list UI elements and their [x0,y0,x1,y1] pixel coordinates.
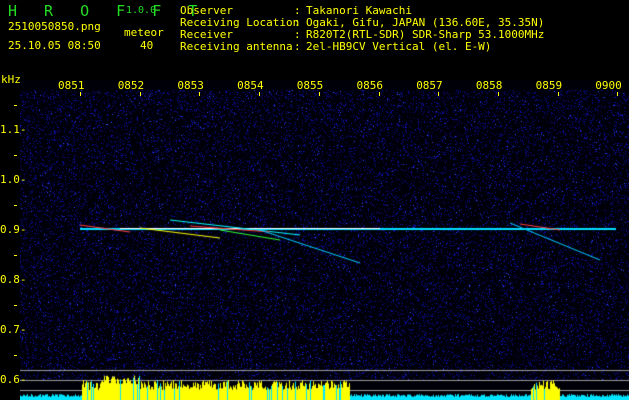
meteor-label: meteor [124,26,164,39]
freq-label: 0.7- [0,323,27,336]
freq-minor-tick [14,105,17,106]
info-value: 2el-HB9CV Vertical (el. E-W) [306,40,492,53]
time-tick [378,92,380,96]
time-label: 0857 [416,79,443,92]
time-tick [318,92,320,96]
file-name: 2510050850.png [8,20,101,33]
time-label: 0856 [356,79,384,92]
time-tick [617,92,619,96]
freq-minor-tick [14,255,17,256]
time-tick [259,92,261,96]
file-datetime: 25.10.05 08:50 [8,39,101,52]
freq-label: 0.8- [0,273,27,286]
unit-label: kHz [1,73,21,86]
freq-minor-tick [14,205,17,206]
time-tick [199,92,201,96]
freq-label: 0.6- [0,373,27,386]
time-label: 0855 [296,79,324,92]
time-tick [80,92,81,96]
app-logo: H R O F F T [8,2,207,20]
time-label: 0851 [58,79,85,92]
time-label: 0852 [117,79,145,92]
freq-label: 1.0- [0,173,27,186]
app-version: 1.0.0 [126,5,157,16]
info-sep: : [294,40,301,53]
freq-minor-tick [14,155,17,156]
time-tick [139,92,141,96]
time-label: 0854 [237,79,264,92]
freq-label: 1.1- [0,123,27,136]
freq-minor-tick [14,305,17,306]
time-tick [497,92,499,96]
info-label: Receiving antenna [180,40,293,53]
freq-minor-tick [14,355,17,356]
spectrogram [20,80,629,400]
time-label: 0858 [475,79,503,92]
time-label: 0900 [595,79,622,92]
time-tick [557,92,559,96]
time-label: 0859 [535,79,563,92]
freq-label: 0.9- [0,223,27,236]
time-tick [438,92,440,96]
time-label: 0853 [177,79,204,92]
meteor-count: 40 [140,39,154,52]
